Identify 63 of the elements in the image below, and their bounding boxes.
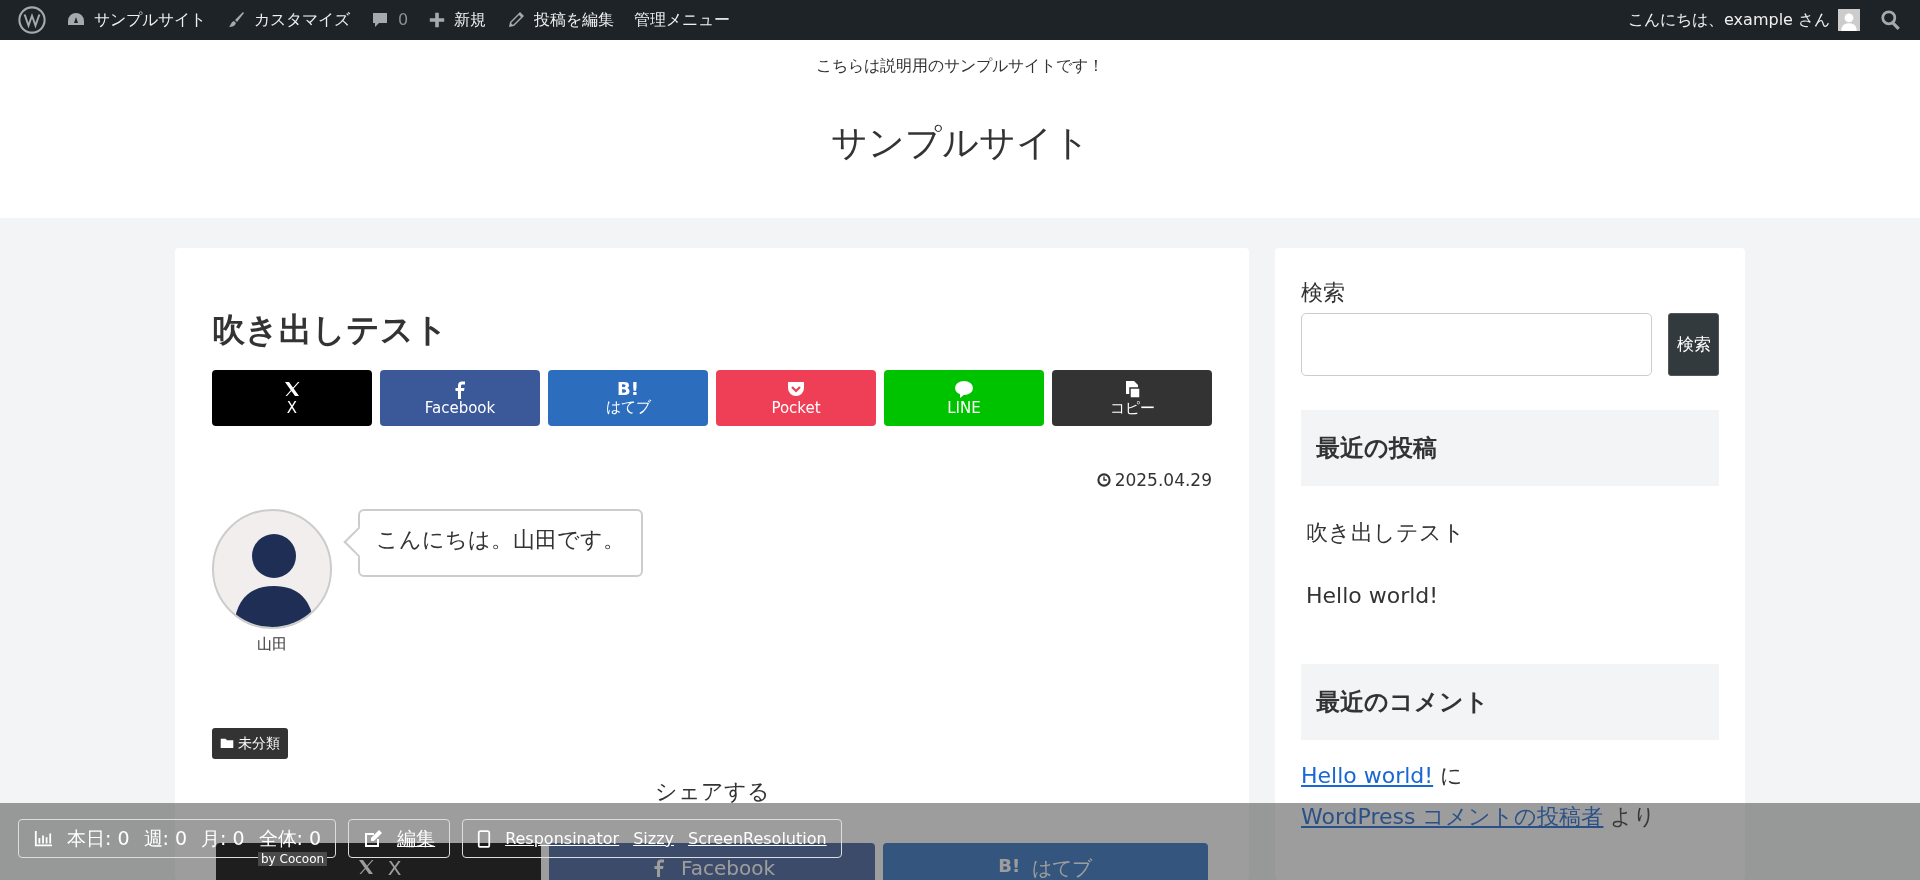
admin-bar-item[interactable]: 投稿を編集 [496, 8, 625, 32]
account-menu[interactable]: こんにちは、example さん [1618, 8, 1870, 32]
search-button[interactable]: 検索 [1668, 313, 1719, 376]
search-label: 検索 [1301, 279, 1346, 307]
wordpress-logo-icon [18, 6, 46, 34]
pencil-icon [506, 10, 527, 30]
share-label: X [387, 857, 402, 879]
share-heading: シェアする [653, 778, 771, 805]
article-title: 吹き出しテスト [212, 310, 449, 350]
brush-icon [226, 10, 246, 30]
share-label: Facebook [424, 398, 496, 417]
line-chat-icon [954, 378, 974, 399]
clock-icon [1096, 473, 1111, 488]
share-label: X [286, 398, 298, 417]
hatena-bookmark-icon: B! [617, 379, 639, 398]
share-button[interactable]: Pocket [716, 369, 876, 426]
share-button[interactable]: X [212, 369, 372, 426]
share-button[interactable]: B! はてブ [548, 369, 708, 426]
search-icon [1880, 9, 1902, 31]
admin-bar-label: 管理メニュー [634, 9, 731, 31]
admin-bar-item[interactable]: サンプルサイト [56, 8, 216, 32]
site-title[interactable]: サンプルサイト [830, 116, 1090, 170]
count-text: 週: 0 [143, 826, 188, 852]
speech-bubble-icon [370, 10, 390, 30]
share-button[interactable]: コピー [1052, 369, 1212, 426]
speaker-name: 山田 [257, 634, 287, 656]
recent-comment: Hello world! に WordPress コメントの投稿者 より [1301, 762, 1658, 831]
share-button[interactable]: Facebook [380, 369, 540, 426]
admin-bar-label: カスタマイズ [254, 9, 350, 31]
category-tag[interactable]: 未分類 [212, 727, 288, 759]
site-tagline: こちらは説明用のサンプルサイトです！ [815, 55, 1105, 77]
plus-icon [428, 11, 447, 29]
bar-chart-icon [33, 829, 53, 848]
widget-title: 最近のコメント [1301, 664, 1719, 740]
share-label: コピー [1109, 398, 1155, 417]
comment-link[interactable]: Hello world! [1301, 763, 1434, 788]
share-label: はてブ [1032, 857, 1093, 879]
search-field[interactable] [1301, 313, 1652, 376]
admin-bar-label: 投稿を編集 [534, 9, 615, 31]
avatar-icon [1838, 9, 1860, 31]
admin-bar-label: サンプルサイト [94, 9, 206, 31]
hatena-bookmark-icon: B! [998, 857, 1021, 875]
admin-bar-item[interactable]: カスタマイズ [216, 8, 360, 32]
post-date: 2025.04.29 [1114, 468, 1212, 492]
admin-bar-item[interactable]: 0 [360, 8, 419, 32]
category-label: 未分類 [238, 733, 280, 753]
admin-bar-label: 新規 [454, 9, 487, 31]
folder-icon [220, 736, 234, 751]
admin-bar-item[interactable]: 新規 [418, 8, 497, 32]
admin-bar-item[interactable]: 管理メニュー [624, 8, 741, 32]
share-label: はてブ [605, 397, 651, 416]
edit-icon [363, 828, 384, 849]
tablet-icon [477, 828, 492, 849]
comment-count: 0 [398, 9, 409, 31]
recent-post-link[interactable]: 吹き出しテスト [1301, 516, 1719, 549]
widget-title: 最近の投稿 [1301, 410, 1719, 486]
balloon-text: こんにちは。山田です。 [376, 527, 625, 553]
count-text: 本日: 0 [67, 826, 130, 852]
share-label: LINE [947, 398, 981, 417]
share-label: Facebook [681, 857, 775, 879]
recent-post-link[interactable]: Hello world! [1301, 579, 1719, 612]
share-label: Pocket [771, 398, 821, 417]
greeting-text: こんにちは、example さん [1628, 9, 1830, 31]
